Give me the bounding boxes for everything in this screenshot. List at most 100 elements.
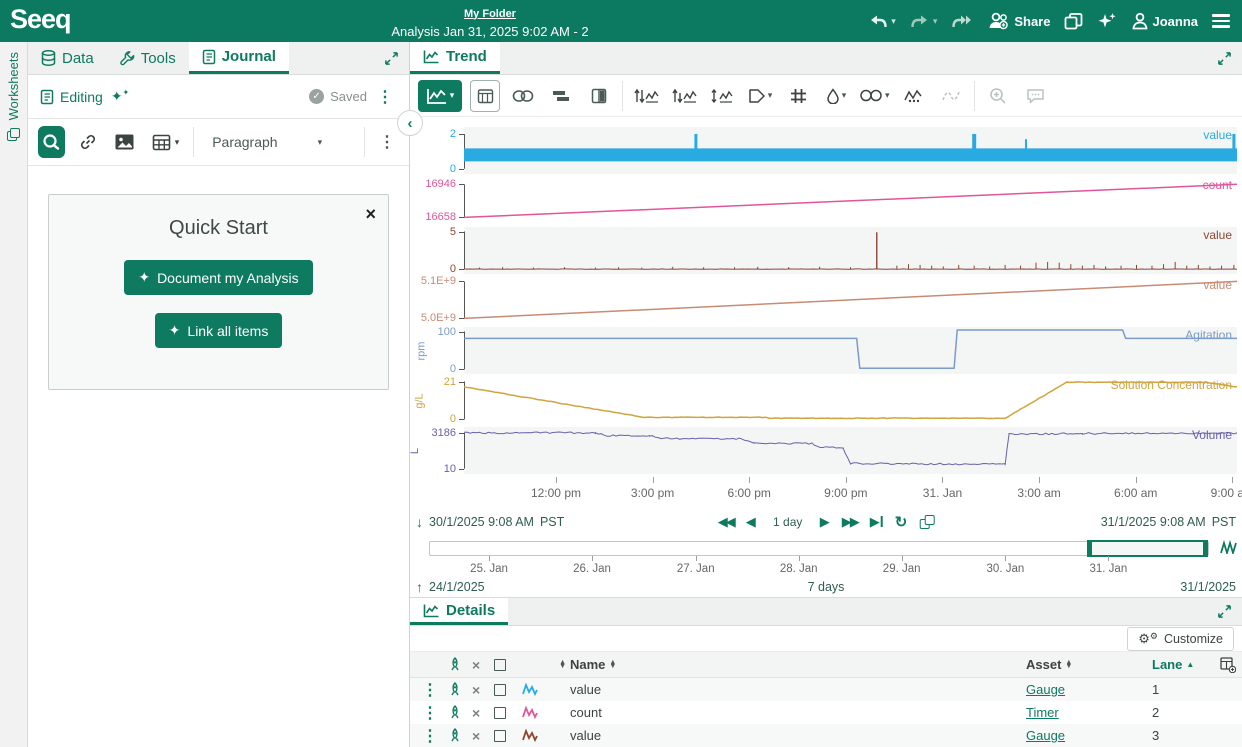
- samples-button[interactable]: [898, 80, 928, 112]
- timebar-start-arrow-icon[interactable]: ↑: [416, 579, 423, 595]
- selection-left-handle[interactable]: [1088, 541, 1092, 556]
- lane-label[interactable]: count: [1203, 178, 1232, 192]
- timebar-selection[interactable]: [1087, 540, 1208, 557]
- interpolation-button[interactable]: [936, 80, 966, 112]
- collapse-left-panel-button[interactable]: ‹: [397, 110, 423, 136]
- add-column-button[interactable]: [1220, 657, 1242, 673]
- lane-label[interactable]: Volume: [1192, 428, 1232, 442]
- column-lane[interactable]: Lane▲: [1126, 657, 1196, 672]
- user-menu[interactable]: Joanna: [1131, 12, 1198, 30]
- journal-ai-sparkle-icon[interactable]: ✦✦: [111, 88, 129, 105]
- tab-tools[interactable]: Tools: [107, 42, 189, 74]
- range-start[interactable]: 30/1/2025 9:08 AM: [429, 515, 534, 529]
- worksheets-popout-button[interactable]: [1064, 13, 1083, 30]
- row-rocket-icon[interactable]: [448, 705, 472, 720]
- row-rocket-icon[interactable]: [448, 728, 472, 743]
- trend-lane[interactable]: L318610Volume: [410, 427, 1242, 474]
- redo-button[interactable]: ▾: [910, 14, 938, 29]
- ai-assistant-button[interactable]: [1097, 12, 1117, 30]
- timebar-duration[interactable]: 7 days: [808, 580, 845, 594]
- redo-all-button[interactable]: [951, 14, 973, 29]
- document-my-analysis-button[interactable]: ✦ Document my Analysis: [124, 260, 312, 295]
- range-end[interactable]: 31/1/2025 9:08 AM: [1101, 515, 1206, 529]
- capsule-time-button[interactable]: [470, 80, 500, 112]
- view-mode-dropdown[interactable]: ▾: [418, 80, 462, 112]
- separate-lanes-button[interactable]: [631, 80, 661, 112]
- lane-label[interactable]: Solution Concentration: [1111, 378, 1232, 392]
- trend-expand-button[interactable]: [1207, 51, 1242, 66]
- lane-label[interactable]: value: [1203, 128, 1232, 142]
- step-forward-button[interactable]: ▶: [820, 514, 830, 530]
- lane-label[interactable]: Agitation: [1185, 328, 1232, 342]
- seeq-link-button[interactable]: [38, 126, 65, 158]
- range-start-arrow-icon[interactable]: ↓: [416, 514, 423, 530]
- journal-toolbar-kebab[interactable]: ⋮: [375, 132, 399, 152]
- asset-sort-icon[interactable]: ▲▼: [1065, 661, 1072, 669]
- trend-lane[interactable]: rpm1000Agitation: [410, 327, 1242, 374]
- tab-details[interactable]: Details: [410, 598, 508, 625]
- left-panel-expand-button[interactable]: [374, 51, 409, 66]
- trend-lane[interactable]: 5.1E+95.0E+9value: [410, 277, 1242, 324]
- row-checkbox[interactable]: [494, 730, 506, 742]
- selection-right-handle[interactable]: [1203, 541, 1207, 556]
- row-remove-icon[interactable]: ×: [472, 728, 494, 744]
- one-axis-button[interactable]: [707, 80, 737, 112]
- row-checkbox[interactable]: [494, 684, 506, 696]
- tab-trend[interactable]: Trend: [410, 42, 500, 74]
- details-expand-button[interactable]: [1207, 604, 1242, 619]
- breadcrumb-folder-link[interactable]: My Folder: [464, 8, 516, 20]
- timebar-signals-icon[interactable]: [1220, 540, 1238, 554]
- share-button[interactable]: Share: [987, 12, 1050, 30]
- trend-lane[interactable]: 20value: [410, 127, 1242, 174]
- timebar-track[interactable]: [429, 541, 1209, 556]
- header-rocket-icon[interactable]: [448, 657, 472, 672]
- trend-lane[interactable]: g/L210Solution Concentration: [410, 377, 1242, 424]
- step-forward-fast-button[interactable]: ▶▶: [842, 514, 858, 530]
- link-all-items-button[interactable]: ✦ Link all items: [155, 313, 283, 348]
- name-sort-icon[interactable]: ▲▼: [609, 661, 616, 669]
- labels-button[interactable]: ▾: [745, 80, 775, 112]
- header-remove-all-icon[interactable]: ×: [472, 657, 494, 673]
- row-remove-icon[interactable]: ×: [472, 705, 494, 721]
- trend-lane[interactable]: 1694616658count: [410, 177, 1242, 224]
- range-duration[interactable]: 1 day: [768, 515, 808, 529]
- copy-range-button[interactable]: [919, 515, 934, 529]
- column-asset[interactable]: Asset▲▼: [1026, 657, 1126, 672]
- redo-caret-icon[interactable]: ▾: [933, 17, 938, 26]
- row-asset-link[interactable]: Timer: [1026, 705, 1059, 720]
- insert-table-button[interactable]: ▾: [148, 126, 184, 158]
- row-asset-link[interactable]: Gauge: [1026, 728, 1065, 743]
- row-remove-icon[interactable]: ×: [472, 682, 494, 698]
- customize-button[interactable]: ⚙⚙ Customize: [1127, 627, 1234, 651]
- step-back-button[interactable]: ◀: [746, 514, 756, 530]
- row-asset-link[interactable]: Gauge: [1026, 682, 1065, 697]
- quick-start-close-icon[interactable]: ×: [365, 205, 376, 223]
- step-back-fast-button[interactable]: ◀◀: [718, 514, 734, 530]
- zoom-button[interactable]: [983, 80, 1013, 112]
- refresh-button[interactable]: ↻: [895, 513, 908, 531]
- tab-journal[interactable]: Journal: [189, 42, 289, 74]
- worksheets-rail[interactable]: Worksheets: [0, 42, 28, 747]
- timebar-start[interactable]: 24/1/2025: [429, 580, 485, 594]
- row-kebab-menu[interactable]: ⋮: [418, 680, 448, 700]
- color-sort-icon[interactable]: ▲▼: [559, 661, 566, 669]
- compare-view-button[interactable]: [546, 80, 576, 112]
- lane-label[interactable]: value: [1203, 278, 1232, 292]
- dimming-button[interactable]: ▾: [821, 80, 851, 112]
- trend-chart[interactable]: 20value1694616658count50value5.1E+95.0E+…: [410, 117, 1242, 509]
- hamburger-menu-icon[interactable]: [1212, 11, 1230, 31]
- undo-caret-icon[interactable]: ▾: [891, 17, 896, 26]
- split-view-button[interactable]: [584, 80, 614, 112]
- details-table-row[interactable]: ⋮×valueGauge3: [410, 724, 1242, 747]
- details-table-row[interactable]: ⋮×valueGauge1: [410, 678, 1242, 701]
- row-kebab-menu[interactable]: ⋮: [418, 726, 448, 746]
- undo-button[interactable]: ▾: [868, 14, 896, 29]
- header-select-all-checkbox[interactable]: [494, 659, 506, 671]
- details-table-row[interactable]: ⋮×countTimer2: [410, 701, 1242, 724]
- insert-image-button[interactable]: [111, 126, 138, 158]
- timebar-end[interactable]: 31/1/2025: [1180, 580, 1236, 594]
- lane-label[interactable]: value: [1203, 228, 1232, 242]
- step-to-end-button[interactable]: ▶: [870, 514, 883, 530]
- column-name[interactable]: Name▲▼: [570, 657, 1026, 672]
- row-checkbox[interactable]: [494, 707, 506, 719]
